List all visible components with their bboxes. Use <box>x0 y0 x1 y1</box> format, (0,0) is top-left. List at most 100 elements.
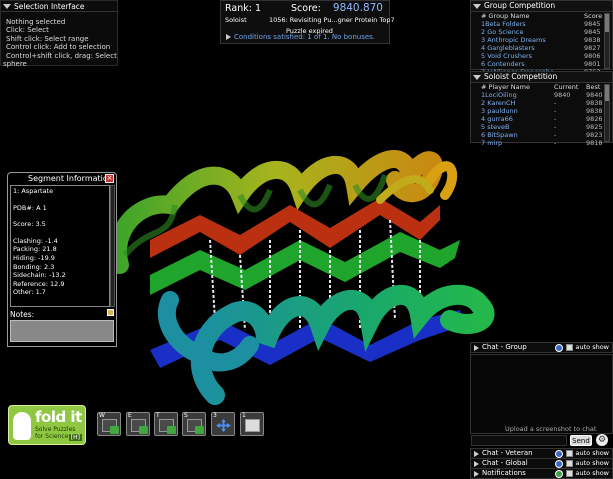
segment-clashing: Clashing: -1.4 <box>13 236 58 245</box>
info-icon[interactable] <box>554 459 563 468</box>
group-row[interactable]: 2 Go Science 9845 <box>471 28 612 36</box>
soloist-competition-title: Soloist Competition <box>484 72 558 81</box>
group-name: 2 Go Science <box>481 28 524 36</box>
expand-triangle-icon <box>226 34 231 40</box>
sidechain-icon <box>187 419 204 434</box>
shake-tool-button[interactable]: E <box>126 412 150 436</box>
group-row[interactable]: 6 Contenders 9801 <box>471 60 612 68</box>
player-current: - <box>554 131 557 139</box>
sidechain-tool-button[interactable]: S <box>182 412 206 436</box>
close-icon[interactable]: × <box>105 174 114 183</box>
segment-pdb: PDB#: A 1 <box>13 203 47 212</box>
soloist-columns: # Player Name Current Best <box>471 83 612 91</box>
chat-settings-icon[interactable]: ⚙ <box>596 434 608 446</box>
info-icon[interactable] <box>554 469 563 478</box>
auto-show-checkbox[interactable] <box>565 460 573 467</box>
tweak-tool-button[interactable]: T <box>154 412 178 436</box>
group-name: 4 Gargleblasters <box>481 44 535 52</box>
chat-group-label: Chat - Group <box>482 343 527 351</box>
segment-information-panel: Segment Information × 1: Aspartate PDB#:… <box>7 172 117 347</box>
group-row[interactable]: 3 Anthropic Dreams 9838 <box>471 36 612 44</box>
chat-veteran-label: Chat - Veteran <box>482 449 533 457</box>
col-current: Current <box>554 83 579 91</box>
notifications-label: Notifications <box>482 469 526 477</box>
soloist-scrollbar[interactable] <box>604 84 610 142</box>
soloist-row[interactable]: 1LociOiling 9840 9840 <box>471 91 612 99</box>
soloist-row[interactable]: 7 mirp -9818 <box>471 139 612 147</box>
expand-triangle-icon <box>474 470 479 477</box>
chat-input[interactable] <box>471 435 567 446</box>
score-label: Score: <box>291 3 321 14</box>
segment-packing: Packing: 21.8 <box>13 245 57 254</box>
protein-model <box>109 150 495 405</box>
player-current: - <box>554 123 557 131</box>
player-current: - <box>554 139 557 147</box>
soloist-row[interactable]: 2 KarenCH -9838 <box>471 99 612 107</box>
conditions-toggle[interactable]: Conditions satisfied: 1 of 1. No bonuses… <box>226 33 375 41</box>
selection-help-line: Control+shift click, drag: Select <box>6 51 117 60</box>
auto-show-checkbox[interactable] <box>565 344 573 351</box>
segment-hiding: Hiding: -19.9 <box>13 253 55 262</box>
group-competition-header[interactable]: Group Competition <box>471 1 612 12</box>
move-tool-button[interactable]: 3 <box>211 412 235 436</box>
group-scroll-thumb[interactable] <box>605 14 609 32</box>
collapse-triangle-icon <box>473 74 481 80</box>
send-button[interactable]: Send <box>570 435 592 446</box>
soloist-row[interactable]: 6 BitSpawn -9823 <box>471 131 612 139</box>
selection-help-text: Nothing selected Click: Select Shift cli… <box>1 12 117 68</box>
hotkey-label: S <box>184 412 188 419</box>
soloist-row[interactable]: 4 gurra66-9826 <box>471 115 612 123</box>
group-name: 5 Void Crushers <box>481 52 533 60</box>
notes-edit-icon[interactable] <box>107 309 114 316</box>
auto-show-checkbox[interactable] <box>565 470 573 477</box>
segment-scrollbar[interactable] <box>110 185 115 307</box>
auto-show-label: auto show <box>575 459 610 467</box>
player-current: 9840 <box>554 91 571 99</box>
chat-global-label: Chat - Global <box>482 459 528 467</box>
soloist-competition-panel: Soloist Competition # Player Name Curren… <box>470 71 613 147</box>
foldit-logo[interactable]: fold it Solve Puzzles for Science [H] <box>8 405 86 445</box>
player-name: 1LociOiling <box>481 91 517 99</box>
collapse-triangle-icon <box>473 3 481 9</box>
group-row[interactable]: 1Beta Folders 9845 <box>471 20 612 28</box>
puzzle-title: 1056: Revisiting Pu...gner Protein Top7 <box>269 16 395 24</box>
group-competition-panel: Group Competition # Group Name Score 1Be… <box>470 0 613 76</box>
info-icon[interactable] <box>554 449 563 458</box>
chat-group-bar[interactable]: Chat - Group auto show <box>470 342 613 353</box>
soloist-row[interactable]: 5 steveB -9825 <box>471 123 612 131</box>
soloist-competition-header[interactable]: Soloist Competition <box>471 72 612 83</box>
group-name: 1Beta Folders <box>481 20 526 28</box>
auto-show-checkbox[interactable] <box>565 450 573 457</box>
player-name: 7 mirp <box>481 139 503 147</box>
segment-information-title: Segment Information <box>28 174 113 183</box>
soloist-row[interactable]: 3 pauldunn -9838 <box>471 107 612 115</box>
wiggle-icon <box>102 419 119 434</box>
player-name: 6 BitSpawn <box>481 131 518 139</box>
conditions-text: Conditions satisfied: 1 of 1. No bonuses… <box>234 33 376 41</box>
group-name: 6 Contenders <box>481 60 525 68</box>
group-row[interactable]: 4 Gargleblasters 9827 <box>471 44 612 52</box>
player-current: - <box>554 115 557 123</box>
upload-screenshot-link[interactable]: Upload a screenshot to chat <box>505 425 596 433</box>
logo-badge: [H] <box>68 434 82 441</box>
collapse-triangle-icon <box>3 3 11 9</box>
soloist-scroll-thumb[interactable] <box>605 85 609 101</box>
group-row[interactable]: 5 Void Crushers 9806 <box>471 52 612 60</box>
tweak-icon <box>159 419 176 434</box>
auto-show-label: auto show <box>575 469 610 477</box>
group-competition-title: Group Competition <box>484 1 556 10</box>
selection-help-line: Click: Select <box>6 26 49 35</box>
selection-interface-header[interactable]: Selection Interface <box>1 1 117 12</box>
selection-interface-title: Selection Interface <box>14 1 85 11</box>
selection-help-line: Shift click: Select range <box>6 34 89 43</box>
chat-messages-area[interactable] <box>470 354 613 434</box>
group-scrollbar[interactable] <box>604 13 610 69</box>
logo-wordmark: fold it <box>35 408 82 426</box>
selection-help-line: sphere <box>3 60 27 69</box>
info-icon[interactable] <box>554 343 563 352</box>
notes-field[interactable] <box>10 320 114 342</box>
wiggle-tool-button[interactable]: W <box>97 412 121 436</box>
notifications-bar[interactable]: Notifications auto show <box>470 468 613 479</box>
note-tool-button[interactable]: 1 <box>240 412 264 436</box>
auto-show-label: auto show <box>575 343 610 351</box>
